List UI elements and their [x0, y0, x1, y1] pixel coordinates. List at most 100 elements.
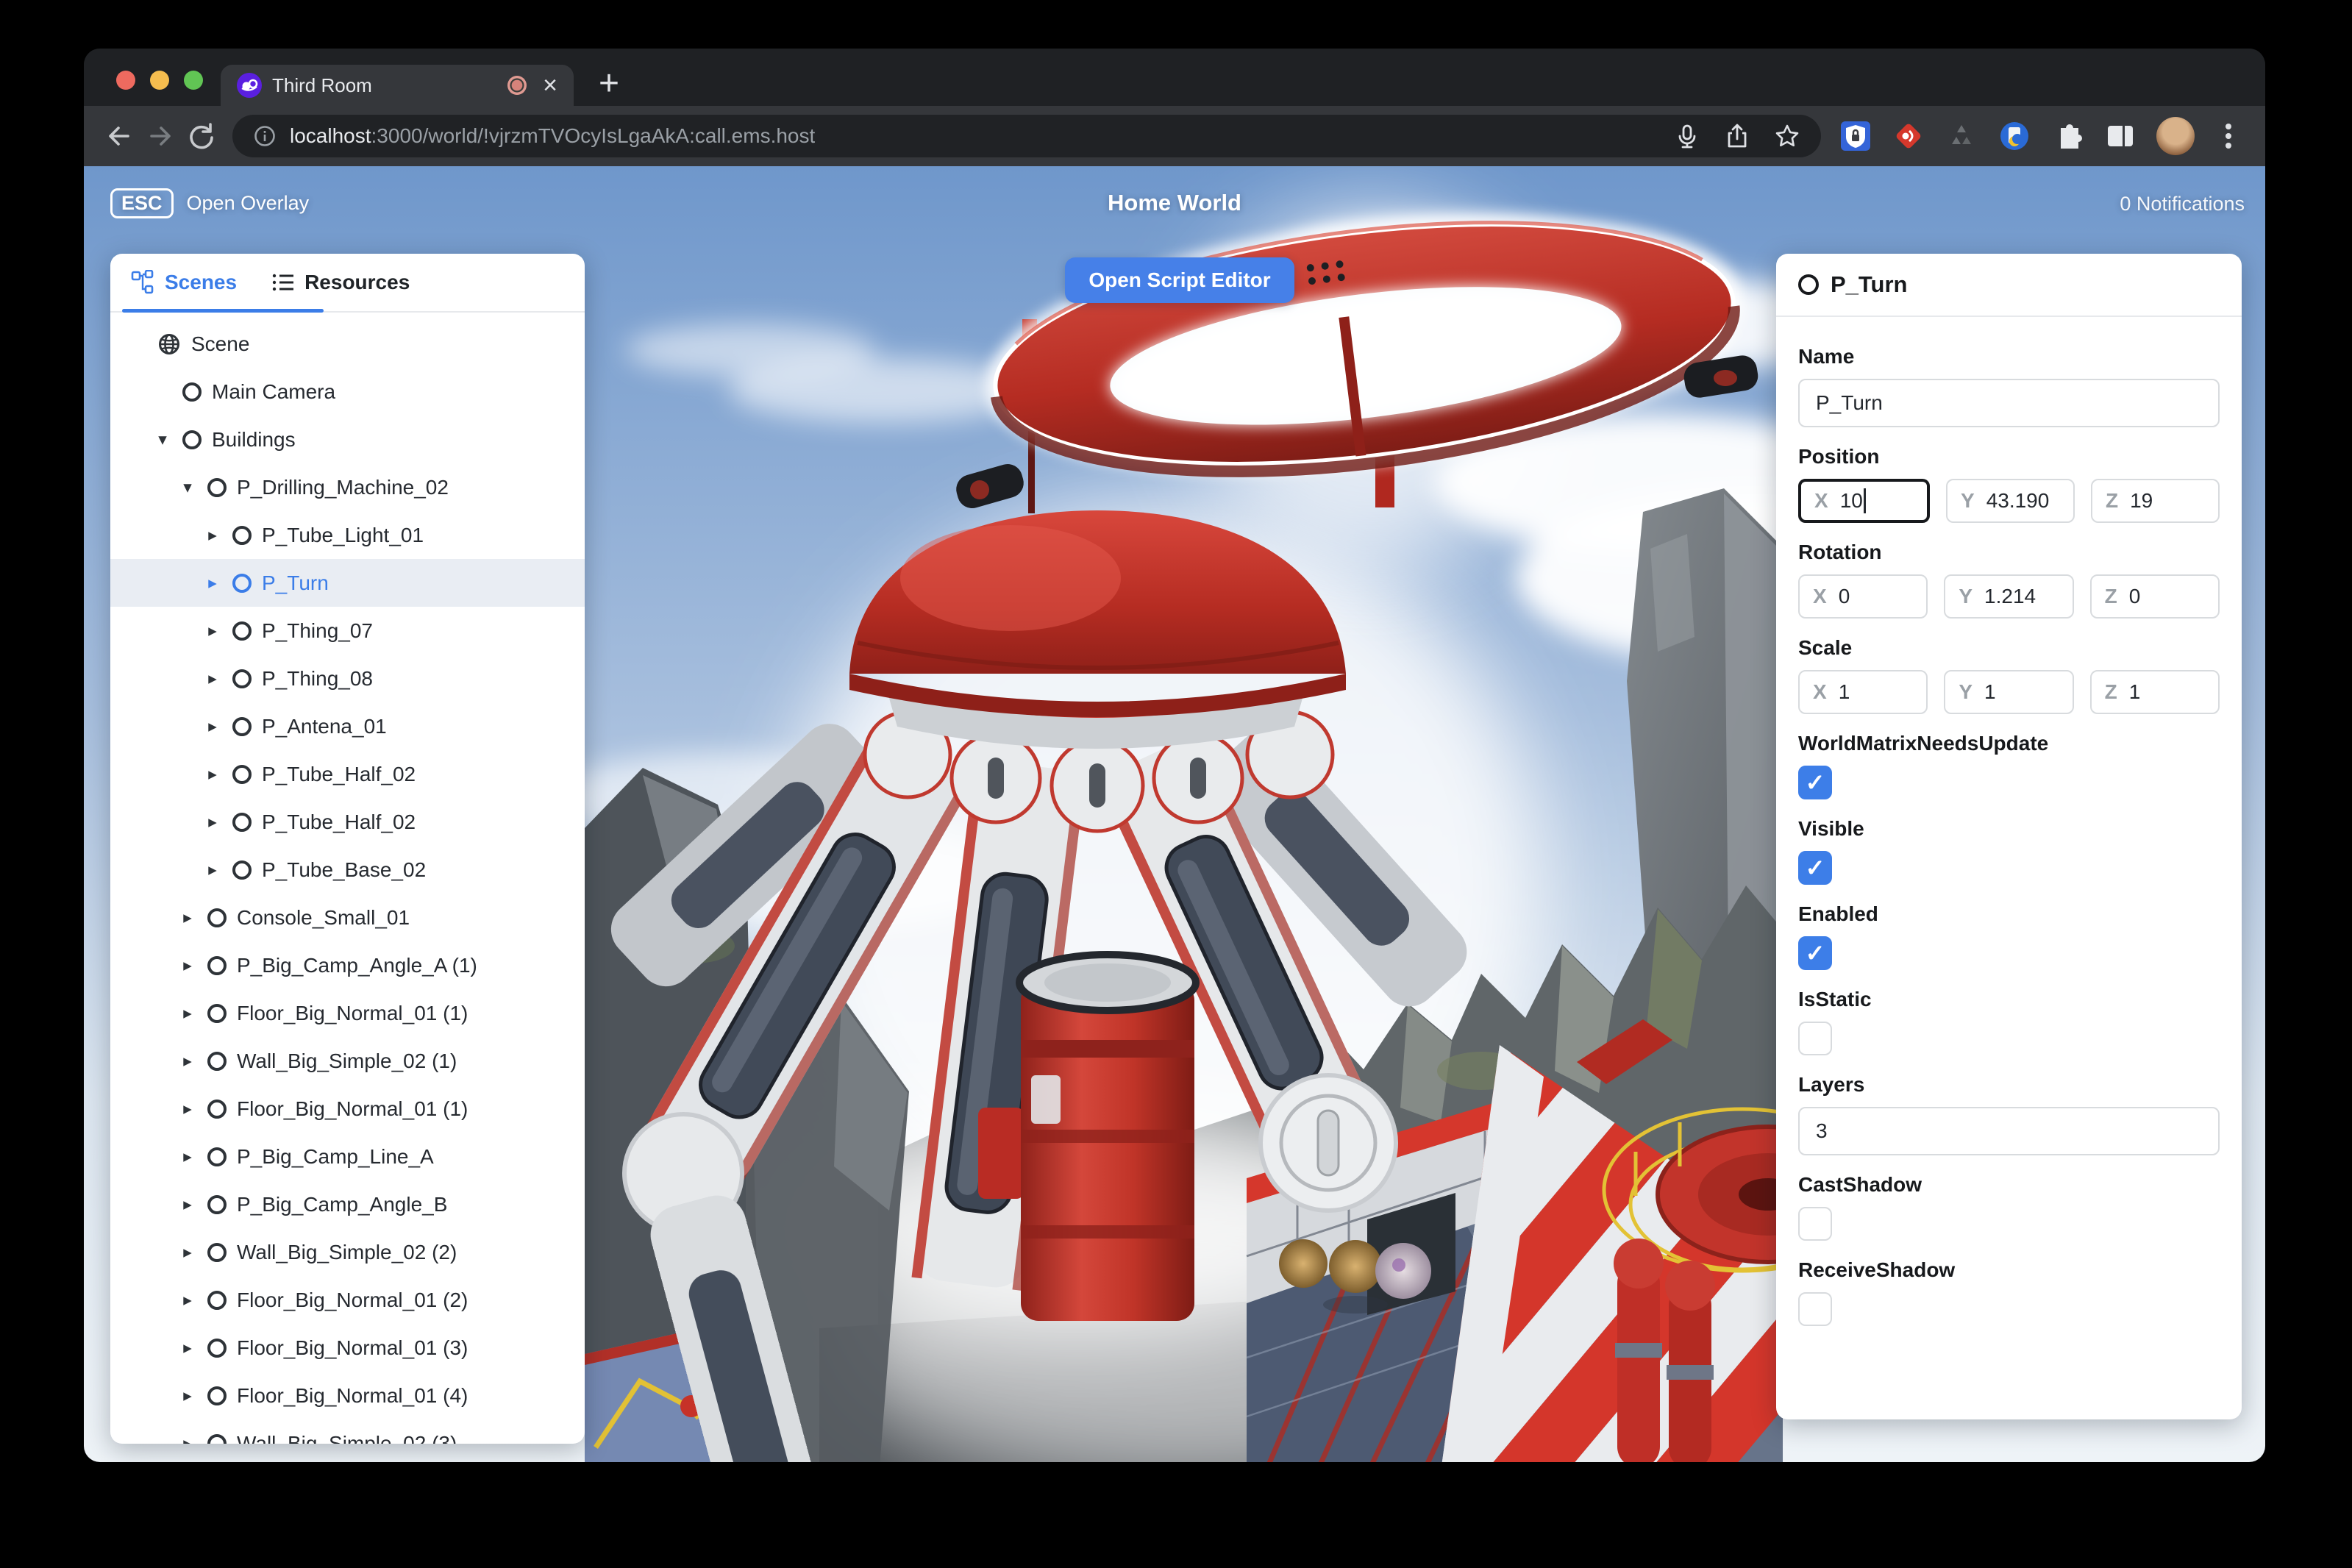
password-manager-icon[interactable]	[1839, 119, 1872, 153]
caret-right-icon[interactable]: ▸	[178, 1290, 197, 1310]
tree-item-label: P_Tube_Base_02	[262, 858, 427, 881]
tree-item-wall-big-simple-02-2[interactable]: ▸ Wall_Big_Simple_02 (2)	[110, 1228, 585, 1276]
scale-z-input[interactable]: Z1	[2089, 670, 2220, 714]
tree-item-floor-big-normal-01-2[interactable]: ▸ Floor_Big_Normal_01 (2)	[110, 1276, 585, 1324]
enabled-checkbox[interactable]: ✓	[1798, 936, 1832, 970]
tree-item-main-camera[interactable]: Main Camera	[110, 368, 585, 416]
tree-item-wall-big-simple-02-1[interactable]: ▸ Wall_Big_Simple_02 (1)	[110, 1037, 585, 1085]
caret-right-icon[interactable]: ▸	[203, 669, 222, 688]
extensions-puzzle-icon[interactable]	[2050, 119, 2084, 153]
tree-item-label: Scene	[191, 332, 250, 355]
axis-label: Z	[2104, 585, 2117, 607]
side-panel-icon[interactable]	[2103, 119, 2137, 153]
caret-right-icon[interactable]: ▸	[178, 1338, 197, 1358]
tree-item-p-thing-07[interactable]: ▸ P_Thing_07	[110, 607, 585, 655]
rotation-y-input[interactable]: Y 1.214	[1944, 574, 2074, 619]
reload-icon[interactable]	[181, 115, 222, 157]
tree-item-wall-big-simple-02-3[interactable]: ▸ Wall_Big_Simple_02 (3)	[110, 1419, 585, 1444]
tree-item-p-thing-08[interactable]: ▸ P_Thing_08	[110, 655, 585, 702]
new-tab-button[interactable]: +	[599, 63, 619, 104]
tree-item-p-big-camp-line-a[interactable]: ▸ P_Big_Camp_Line_A	[110, 1133, 585, 1180]
caret-right-icon[interactable]: ▸	[178, 1194, 197, 1214]
caret-right-icon[interactable]: ▸	[178, 1099, 197, 1119]
mic-icon[interactable]	[1672, 121, 1702, 151]
share-icon[interactable]	[1722, 121, 1752, 151]
red-diamond-extension-icon[interactable]	[1892, 119, 1925, 153]
caret-right-icon[interactable]: ▸	[178, 1147, 197, 1166]
caret-right-icon[interactable]: ▸	[178, 1386, 197, 1405]
caret-right-icon[interactable]: ▸	[203, 716, 222, 736]
minimize-window-button[interactable]	[150, 71, 169, 90]
caret-right-icon[interactable]: ▸	[178, 1051, 197, 1071]
check-icon: ✓	[1805, 940, 1825, 966]
rotation-z-input[interactable]: Z0	[2089, 574, 2220, 619]
receiveshadow-checkbox[interactable]	[1798, 1292, 1832, 1326]
inspector-panel: P_Turn Name P_Turn Position X 10 Y 43.190 Z 19 Ro…	[1776, 254, 2242, 1419]
tree-item-p-antena-01[interactable]: ▸ P_Antena_01	[110, 702, 585, 750]
scale-x-input[interactable]: X1	[1798, 670, 1928, 714]
moon-app-extension-icon[interactable]	[1998, 119, 2031, 153]
axis-label: X	[1813, 585, 1827, 607]
bookmark-star-icon[interactable]	[1772, 121, 1802, 151]
tree-item-floor-big-normal-01-4[interactable]: ▸ Floor_Big_Normal_01 (4)	[110, 1372, 585, 1419]
tree-item-p-big-camp-angle-a-1[interactable]: ▸ P_Big_Camp_Angle_A (1)	[110, 941, 585, 989]
tree-item-p-turn[interactable]: ▸ P_Turn	[110, 559, 585, 607]
notifications-status[interactable]: 0 Notifications	[2120, 193, 2245, 215]
back-icon[interactable]	[99, 115, 140, 157]
caret-right-icon[interactable]: ▸	[178, 1003, 197, 1023]
worldmatrixneedsupdate-checkbox[interactable]: ✓	[1798, 766, 1832, 799]
address-bar[interactable]: localhost:3000/world/!vjrzmTVOcyIsLgaAkA…	[232, 115, 1821, 157]
open-script-editor-button[interactable]: Open Script Editor	[1065, 257, 1294, 303]
isstatic-checkbox[interactable]	[1798, 1022, 1832, 1055]
tree-item-p-tube-half-02[interactable]: ▸ P_Tube_Half_02	[110, 798, 585, 846]
caret-right-icon[interactable]: ▸	[203, 764, 222, 784]
caret-right-icon[interactable]: ▸	[203, 860, 222, 880]
caret-right-icon[interactable]: ▸	[203, 525, 222, 545]
name-input[interactable]: P_Turn	[1798, 379, 2220, 427]
close-window-button[interactable]	[116, 71, 135, 90]
position-y-input[interactable]: Y 43.190	[1946, 479, 2075, 523]
tab-resources[interactable]: Resources	[271, 270, 410, 295]
layers-input[interactable]: 3	[1798, 1107, 2220, 1155]
tree-item-p-big-camp-angle-b[interactable]: ▸ P_Big_Camp_Angle_B	[110, 1180, 585, 1228]
info-icon[interactable]	[252, 123, 278, 149]
scene-tree: Scene Main Camera ▾ Buildings ▾ P_Drilling_Ma…	[110, 313, 585, 1444]
tree-item-buildings[interactable]: ▾ Buildings	[110, 416, 585, 463]
node-circle-icon	[232, 573, 252, 593]
tree-item-p-tube-light-01[interactable]: ▸ P_Tube_Light_01	[110, 511, 585, 559]
scale-vector-row: X1 Y1 Z1	[1798, 670, 2220, 714]
url-text[interactable]: localhost:3000/world/!vjrzmTVOcyIsLgaAkA…	[290, 124, 815, 148]
caret-down-icon[interactable]: ▾	[153, 430, 172, 449]
caret-right-icon[interactable]: ▸	[203, 812, 222, 832]
caret-right-icon[interactable]: ▸	[178, 908, 197, 927]
menu-kebab-icon[interactable]	[2214, 119, 2243, 153]
zoom-window-button[interactable]	[184, 71, 203, 90]
tree-item-p-drilling-machine-02[interactable]: ▾ P_Drilling_Machine_02	[110, 463, 585, 511]
tree-item-p-tube-base-02[interactable]: ▸ P_Tube_Base_02	[110, 846, 585, 894]
caret-right-icon[interactable]: ▸	[203, 573, 222, 593]
forward-icon[interactable]	[140, 115, 181, 157]
profile-avatar[interactable]	[2156, 117, 2195, 155]
caret-right-icon[interactable]: ▸	[178, 955, 197, 975]
tree-item-floor-big-normal-01-1[interactable]: ▸ Floor_Big_Normal_01 (1)	[110, 989, 585, 1037]
tree-item-floor-big-normal-01-3[interactable]: ▸ Floor_Big_Normal_01 (3)	[110, 1324, 585, 1372]
visible-checkbox[interactable]: ✓	[1798, 851, 1832, 885]
position-x-input[interactable]: X 10	[1798, 479, 1930, 523]
tree-item-floor-big-normal-01-1[interactable]: ▸ Floor_Big_Normal_01 (1)	[110, 1085, 585, 1133]
input-value: 1	[1838, 680, 1850, 703]
caret-down-icon[interactable]: ▾	[178, 477, 197, 497]
scale-y-input[interactable]: Y1	[1944, 670, 2074, 714]
caret-right-icon[interactable]: ▸	[178, 1242, 197, 1262]
tab-close-icon[interactable]: ×	[543, 73, 557, 98]
tree-item-console-small-01[interactable]: ▸ Console_Small_01	[110, 894, 585, 941]
caret-right-icon[interactable]: ▸	[203, 621, 222, 641]
tab-scenes[interactable]: Scenes	[131, 270, 237, 295]
rotation-x-input[interactable]: X0	[1798, 574, 1928, 619]
recycle-extension-icon[interactable]	[1945, 119, 1978, 153]
tree-item-scene[interactable]: Scene	[110, 320, 585, 368]
castshadow-checkbox[interactable]	[1798, 1207, 1832, 1241]
tree-item-p-tube-half-02[interactable]: ▸ P_Tube_Half_02	[110, 750, 585, 798]
browser-tab-third-room[interactable]: Third Room ×	[221, 65, 574, 106]
caret-right-icon[interactable]: ▸	[178, 1433, 197, 1444]
position-z-input[interactable]: Z 19	[2091, 479, 2220, 523]
